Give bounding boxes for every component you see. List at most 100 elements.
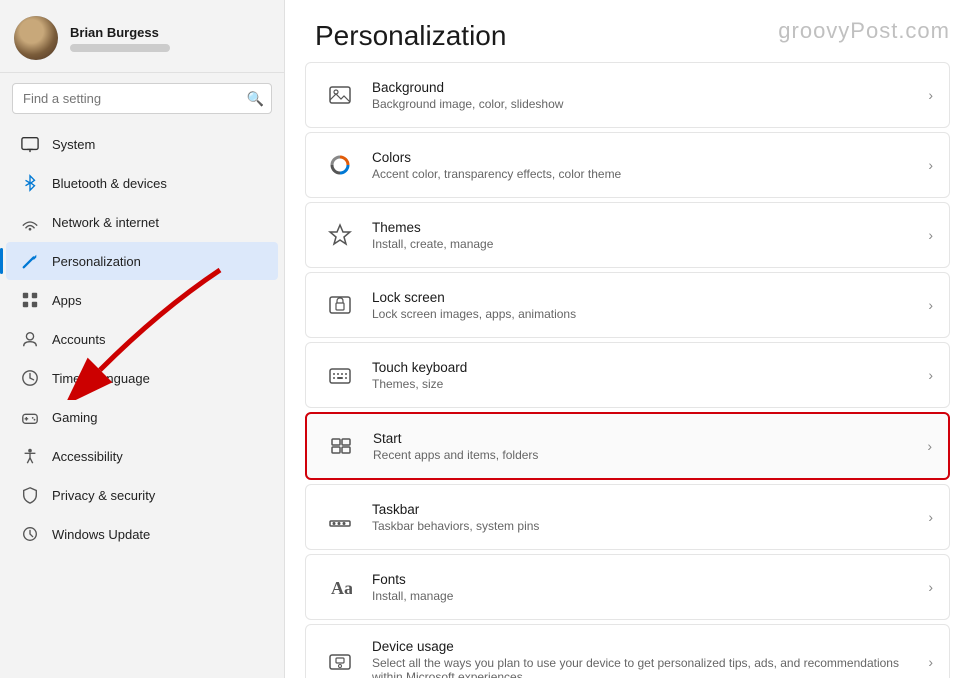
user-name: Brian Burgess — [70, 25, 170, 40]
active-indicator — [0, 248, 3, 274]
lockscreen-text: Lock screen Lock screen images, apps, ani… — [372, 290, 920, 321]
colors-text: Colors Accent color, transparency effects… — [372, 150, 920, 181]
sidebar-label-network: Network & internet — [52, 215, 159, 230]
colors-chevron: › — [928, 157, 933, 173]
lockscreen-title: Lock screen — [372, 290, 920, 305]
settings-item-taskbar[interactable]: TaskbarTaskbar behaviors, system pins › — [305, 484, 950, 550]
lockscreen-chevron: › — [928, 297, 933, 313]
sidebar-label-bluetooth: Bluetooth & devices — [52, 176, 167, 191]
background-title: Background — [372, 80, 920, 95]
themes-text: Themes Install, create, manage — [372, 220, 920, 251]
search-input[interactable] — [12, 83, 272, 114]
user-info: Brian Burgess — [70, 25, 170, 52]
start-chevron: › — [927, 438, 932, 454]
deviceusage-chevron: › — [928, 654, 933, 670]
sidebar-label-accounts: Accounts — [52, 332, 105, 347]
fonts-text: Fonts Install, manage — [372, 572, 920, 603]
start-title: Start — [373, 431, 919, 446]
accounts-nav-icon — [20, 329, 40, 349]
settings-item-themes[interactable]: Themes Install, create, manage › — [305, 202, 950, 268]
sidebar-label-privacy: Privacy & security — [52, 488, 155, 503]
background-icon — [322, 77, 358, 113]
network-nav-icon — [20, 212, 40, 232]
touchkeyboard-chevron: › — [928, 367, 933, 383]
sidebar-item-time[interactable]: Time & language — [6, 359, 278, 397]
main-content: Personalization groovyPost.com Backgroun… — [285, 0, 970, 678]
start-icon — [323, 428, 359, 464]
nav-list: System Bluetooth & devices Network & inter… — [0, 124, 284, 678]
touchkeyboard-icon — [322, 357, 358, 393]
colors-desc: Accent color, transparency effects, colo… — [372, 167, 920, 181]
page-header: Personalization groovyPost.com — [285, 0, 970, 62]
sidebar-item-gaming[interactable]: Gaming — [6, 398, 278, 436]
search-icon: 🔍 — [247, 90, 264, 107]
search-box[interactable]: 🔍 — [12, 83, 272, 114]
sidebar-item-accounts[interactable]: Accounts — [6, 320, 278, 358]
sidebar-item-accessibility[interactable]: Accessibility — [6, 437, 278, 475]
fonts-icon: Aa — [322, 569, 358, 605]
themes-desc: Install, create, manage — [372, 237, 920, 251]
deviceusage-icon — [322, 644, 358, 678]
settings-item-fonts[interactable]: Aa Fonts Install, manage › — [305, 554, 950, 620]
sidebar-label-personalization: Personalization — [52, 254, 141, 269]
background-text: Background Background image, color, slide… — [372, 80, 920, 111]
fonts-chevron: › — [928, 579, 933, 595]
bluetooth-nav-icon — [20, 173, 40, 193]
settings-item-touchkeyboard[interactable]: Touch keyboard Themes, size › — [305, 342, 950, 408]
sidebar: Brian Burgess 🔍 System Bluetooth & device… — [0, 0, 285, 678]
svg-text:Aa: Aa — [331, 578, 352, 598]
themes-chevron: › — [928, 227, 933, 243]
sidebar-item-apps[interactable]: Apps — [6, 281, 278, 319]
fonts-desc: Install, manage — [372, 589, 920, 603]
sidebar-item-personalization[interactable]: Personalization — [6, 242, 278, 280]
avatar — [14, 16, 58, 60]
fonts-title: Fonts — [372, 572, 920, 587]
settings-item-colors[interactable]: Colors Accent color, transparency effects… — [305, 132, 950, 198]
settings-list: Background Background image, color, slide… — [285, 62, 970, 678]
personalization-nav-icon — [20, 251, 40, 271]
gaming-nav-icon — [20, 407, 40, 427]
colors-title: Colors — [372, 150, 920, 165]
start-desc: Recent apps and items, folders — [373, 448, 919, 462]
sidebar-label-accessibility: Accessibility — [52, 449, 123, 464]
sidebar-label-update: Windows Update — [52, 527, 150, 542]
sidebar-item-privacy[interactable]: Privacy & security — [6, 476, 278, 514]
themes-title: Themes — [372, 220, 920, 235]
lockscreen-icon — [322, 287, 358, 323]
background-desc: Background image, color, slideshow — [372, 97, 920, 111]
themes-icon — [322, 217, 358, 253]
watermark: groovyPost.com — [778, 18, 950, 44]
taskbar-chevron: › — [928, 509, 933, 525]
colors-icon — [322, 147, 358, 183]
settings-item-lockscreen[interactable]: Lock screen Lock screen images, apps, ani… — [305, 272, 950, 338]
sidebar-item-update[interactable]: Windows Update — [6, 515, 278, 553]
user-account-bar — [70, 44, 170, 52]
sidebar-item-network[interactable]: Network & internet — [6, 203, 278, 241]
sidebar-item-bluetooth[interactable]: Bluetooth & devices — [6, 164, 278, 202]
user-profile[interactable]: Brian Burgess — [0, 0, 284, 73]
system-nav-icon — [20, 134, 40, 154]
taskbar-title: Taskbar — [372, 502, 920, 517]
apps-nav-icon — [20, 290, 40, 310]
sidebar-label-system: System — [52, 137, 95, 152]
accessibility-nav-icon — [20, 446, 40, 466]
deviceusage-title: Device usage — [372, 639, 920, 654]
settings-item-deviceusage[interactable]: Device usage Select all the ways you plan… — [305, 624, 950, 678]
sidebar-label-time: Time & language — [52, 371, 150, 386]
background-chevron: › — [928, 87, 933, 103]
touchkeyboard-title: Touch keyboard — [372, 360, 920, 375]
settings-item-start[interactable]: Start Recent apps and items, folders › — [305, 412, 950, 480]
time-nav-icon — [20, 368, 40, 388]
lockscreen-desc: Lock screen images, apps, animations — [372, 307, 920, 321]
settings-item-background[interactable]: Background Background image, color, slide… — [305, 62, 950, 128]
sidebar-item-system[interactable]: System — [6, 125, 278, 163]
deviceusage-desc: Select all the ways you plan to use your… — [372, 656, 920, 678]
privacy-nav-icon — [20, 485, 40, 505]
sidebar-label-apps: Apps — [52, 293, 82, 308]
touchkeyboard-text: Touch keyboard Themes, size — [372, 360, 920, 391]
touchkeyboard-desc: Themes, size — [372, 377, 920, 391]
start-text: Start Recent apps and items, folders — [373, 431, 919, 462]
taskbar-text: TaskbarTaskbar behaviors, system pins — [372, 502, 920, 533]
sidebar-label-gaming: Gaming — [52, 410, 98, 425]
taskbar-icon — [322, 499, 358, 535]
